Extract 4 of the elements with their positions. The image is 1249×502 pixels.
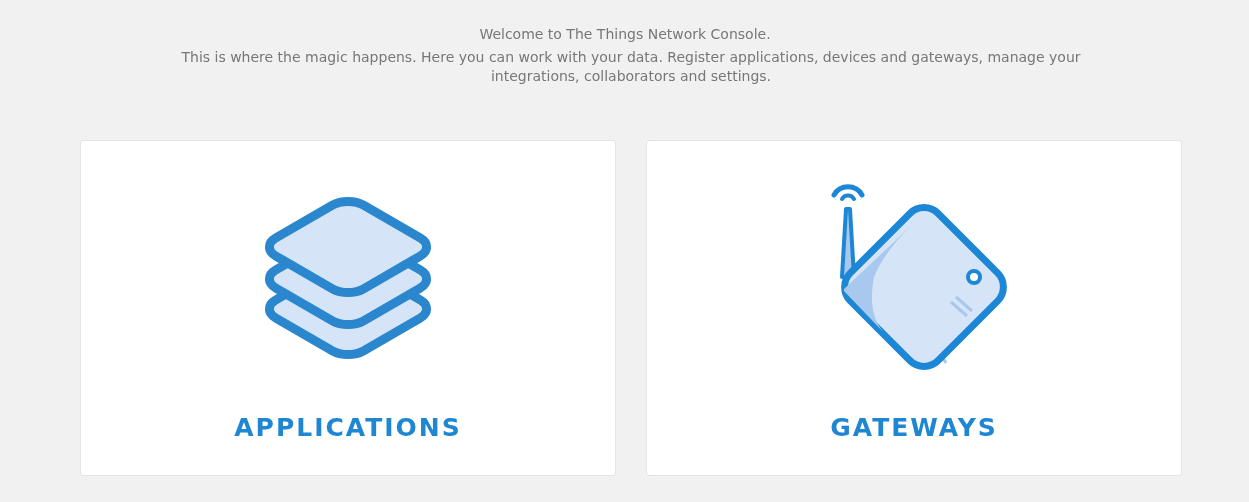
console-card[interactable]: APPLICATIONS: [80, 140, 616, 476]
welcome-text: This is where the magic happens. Here you can work with your data. Register applications, devices and gateways, manage your integrations, collaborators and settings.: [180, 48, 1082, 86]
console-card[interactable]: GATEWAYS: [646, 140, 1182, 476]
welcome-title: Welcome to The Things Network Console.: [478, 25, 772, 44]
